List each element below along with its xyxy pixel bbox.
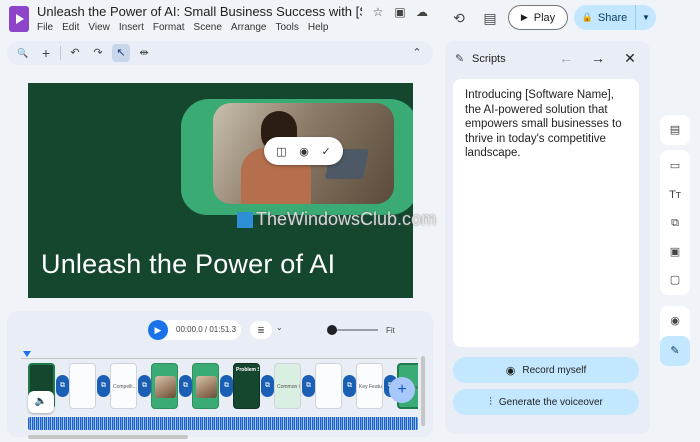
transition-icon[interactable]: ⧉ (261, 375, 274, 397)
clip-thumbnail (155, 376, 176, 398)
transition-icon[interactable]: ⧉ (138, 375, 151, 397)
next-scene-arrow-icon[interactable]: → (589, 49, 607, 67)
menu-edit[interactable]: Edit (62, 22, 79, 33)
play-icon: ▶ (520, 12, 528, 22)
zoom-slider-track[interactable] (332, 329, 378, 331)
undo-icon[interactable]: ↶ (66, 44, 84, 62)
lock-icon: 🔒 (581, 12, 593, 22)
playback-time: 00:00.0 / 01:51.3 (176, 325, 237, 334)
scripts-panel-title: Scripts (472, 53, 506, 65)
redo-icon[interactable]: ↷ (89, 44, 107, 62)
scene-clip[interactable]: Problem S... (233, 363, 260, 409)
clip-label: Compelli... (113, 384, 137, 390)
previous-scene-arrow-icon[interactable]: ← (557, 49, 575, 67)
timeline-horizontal-scrollbar[interactable] (28, 435, 188, 439)
volume-icon[interactable]: 🔈 (28, 391, 54, 413)
voiceover-wave-icon: ⫶ (489, 395, 492, 408)
clip-thumbnail (196, 376, 217, 398)
timeline-play-button[interactable]: ▶ (148, 320, 168, 340)
rail-scripts-icon[interactable]: ✎ (660, 336, 690, 366)
cloud-saved-icon[interactable]: ☁ (414, 4, 430, 20)
transition-icon[interactable]: ⧉ (343, 375, 356, 397)
menu-scene[interactable]: Scene (194, 22, 222, 33)
move-folder-icon[interactable]: ▣ (392, 4, 408, 20)
editor-toolbar: 🔍 + ↶ ↷ ↖ ⇹ ⌃ (7, 41, 433, 65)
menu-file[interactable]: File (37, 22, 53, 33)
rail-record-icon[interactable]: ◉ (660, 306, 690, 336)
rail-folder-icon[interactable]: ▢ (660, 265, 690, 295)
share-button[interactable]: 🔒 Share ▼ (574, 5, 656, 30)
script-text[interactable]: Introducing [Software Name], the AI-powe… (465, 88, 631, 161)
menu-tools[interactable]: Tools (275, 22, 298, 33)
watermark: TheWindowsClub.com (237, 209, 436, 230)
zoom-fit-label[interactable]: Fit (386, 326, 395, 335)
clip-label: Problem S... (236, 367, 259, 373)
playhead-marker[interactable] (23, 351, 31, 357)
scene-headline[interactable]: Unleash the Power of AI (41, 249, 335, 280)
scene-clip[interactable] (192, 363, 219, 409)
timeline-vertical-scrollbar[interactable] (421, 356, 425, 426)
version-history-icon[interactable]: ⟲ (449, 8, 469, 28)
share-label: Share (597, 11, 628, 24)
record-icon: ◉ (505, 364, 516, 377)
captions-icon[interactable]: ≣ (250, 321, 272, 339)
select-cursor-icon[interactable]: ↖ (112, 44, 130, 62)
generate-voiceover-button[interactable]: ⫶ Generate the voiceover (453, 389, 639, 415)
comments-icon[interactable]: ▤ (480, 8, 500, 28)
menu-arrange[interactable]: Arrange (231, 22, 267, 33)
transition-icon[interactable]: ⧉ (220, 375, 233, 397)
star-icon[interactable]: ☆ (370, 4, 386, 20)
slides-vids-logo-icon[interactable] (9, 6, 29, 32)
rail-shapes-icon[interactable]: ⧉ (660, 208, 690, 238)
record-myself-label: Record myself (522, 364, 587, 376)
watermark-text: TheWindowsClub.com (256, 209, 437, 229)
transition-icon[interactable]: ⧉ (302, 375, 315, 397)
scene-clips-track: ⧉⧉Compelli...⧉⧉⧉Problem S...⧉Common i...… (28, 363, 418, 411)
scripts-icon: ✎ (455, 53, 465, 65)
scene-clip[interactable] (151, 363, 178, 409)
audio-waveform-track[interactable] (28, 417, 418, 430)
check-icon[interactable]: ✓ (321, 145, 330, 158)
menu-format[interactable]: Format (153, 22, 185, 33)
rail-images-icon[interactable]: ▣ (660, 237, 690, 267)
play-label: Play (533, 11, 556, 24)
menu-view[interactable]: View (88, 22, 110, 33)
new-scene-icon[interactable]: + (37, 44, 55, 62)
clip-label: Common i... (277, 384, 301, 390)
scene-clip[interactable]: Common i... (274, 363, 301, 409)
menu-bar: File Edit View Insert Format Scene Arran… (37, 22, 328, 33)
share-dropdown-icon[interactable]: ▼ (636, 13, 656, 22)
toolbar-divider (60, 46, 61, 60)
rail-media-icon[interactable]: ▤ (660, 115, 690, 145)
timeline-ruler (21, 358, 417, 359)
rail-text-icon[interactable]: Tт (660, 180, 690, 210)
transition-icon[interactable]: ⧉ (56, 375, 69, 397)
camera-switch-icon[interactable]: ◫ (276, 145, 286, 158)
scene-clip[interactable]: Key Featu... (356, 363, 383, 409)
document-title[interactable]: Unleash the Power of AI: Small Business … (37, 4, 362, 19)
record-myself-button[interactable]: ◉ Record myself (453, 357, 639, 383)
menu-help[interactable]: Help (308, 22, 329, 33)
recording-controls: ◫ ◉ ✓ (264, 137, 343, 165)
rail-templates-icon[interactable]: ▭ (660, 151, 690, 181)
record-icon[interactable]: ◉ (299, 145, 309, 158)
scene-clip[interactable] (315, 363, 342, 409)
scene-canvas[interactable]: Unleash the Power of AI (28, 83, 413, 298)
add-scene-button[interactable]: + (389, 377, 415, 403)
scene-clip[interactable] (69, 363, 96, 409)
trim-icon[interactable]: ⇹ (135, 44, 153, 62)
play-button[interactable]: ▶ Play (508, 5, 568, 30)
transition-icon[interactable]: ⧉ (179, 375, 192, 397)
collapse-toolbar-icon[interactable]: ⌃ (408, 44, 426, 62)
clip-label: Key Featu... (359, 384, 383, 390)
transition-icon[interactable]: ⧉ (97, 375, 110, 397)
menu-insert[interactable]: Insert (119, 22, 144, 33)
search-menus-icon[interactable]: 🔍 (14, 44, 32, 62)
close-panel-icon[interactable]: ✕ (621, 49, 639, 67)
captions-dropdown-icon[interactable]: ⌄ (276, 323, 283, 332)
watermark-logo-icon (237, 211, 253, 228)
generate-voiceover-label: Generate the voiceover (498, 396, 603, 408)
scene-clip[interactable]: Compelli... (110, 363, 137, 409)
zoom-slider-handle[interactable] (327, 325, 337, 335)
